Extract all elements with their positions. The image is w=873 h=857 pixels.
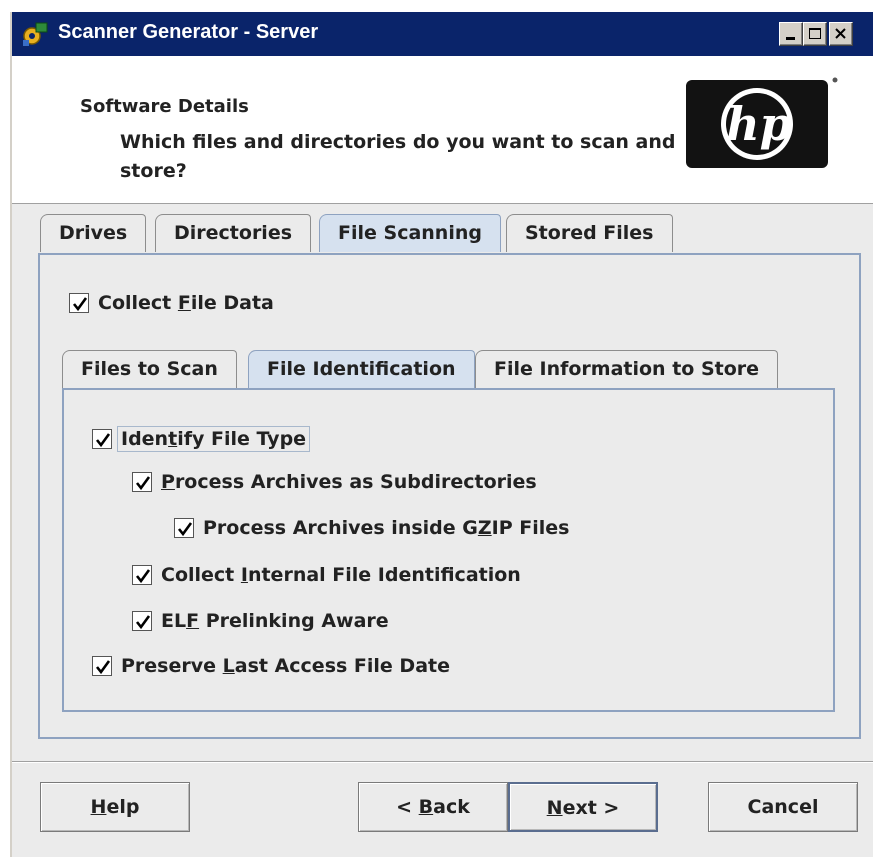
checkmark-icon <box>177 522 193 537</box>
checkbox-box[interactable] <box>92 656 112 676</box>
checkbox-box[interactable] <box>132 565 152 585</box>
back-button[interactable]: < Back <box>358 782 508 832</box>
preserve-last-access-checkbox[interactable]: Preserve Last Access File Date <box>92 655 450 677</box>
checkmark-icon <box>95 660 111 675</box>
hp-logo-text: hp <box>726 97 792 151</box>
checkmark-icon <box>135 569 151 584</box>
collect-file-data-checkbox[interactable]: Collect File Data <box>69 292 274 314</box>
tab-drives[interactable]: Drives <box>40 214 147 252</box>
process-gzip-checkbox[interactable]: Process Archives inside GZIP Files <box>174 517 569 539</box>
window-title: Scanner Generator - Server <box>58 21 319 43</box>
app-gear-icon <box>20 20 50 48</box>
checkmark-icon <box>135 476 151 491</box>
checkbox-box[interactable] <box>92 429 112 449</box>
checkmark-icon <box>72 297 88 312</box>
process-gzip-label: Process Archives inside GZIP Files <box>203 517 570 539</box>
process-archives-checkbox[interactable]: Process Archives as Subdirectories <box>132 471 537 493</box>
next-button[interactable]: Next > <box>508 782 658 832</box>
identify-file-type-checkbox[interactable]: Identify File Type <box>92 426 311 452</box>
tab-file-scanning[interactable]: File Scanning <box>319 214 501 252</box>
section-question: Which files and directories do you want … <box>120 131 676 182</box>
outer-tab-row: Drives Directories File Scanning Stored … <box>40 214 860 254</box>
help-button[interactable]: Help <box>40 782 190 832</box>
tab-stored-files[interactable]: Stored Files <box>506 214 673 252</box>
minimize-button[interactable] <box>779 22 803 46</box>
title-bar[interactable]: Scanner Generator - Server <box>12 12 873 56</box>
checkmark-icon <box>95 433 111 448</box>
wizard-header: Software Details Which files and directo… <box>12 56 873 204</box>
identify-file-type-label: Identify File Type <box>117 426 311 452</box>
tab-files-to-scan[interactable]: Files to Scan <box>62 350 237 388</box>
process-archives-label: Process Archives as Subdirectories <box>161 471 537 493</box>
collect-internal-label: Collect Internal File Identification <box>161 564 521 586</box>
elf-prelinking-checkbox[interactable]: ELF Prelinking Aware <box>132 610 389 632</box>
footer-separator <box>12 761 873 763</box>
preserve-last-access-label: Preserve Last Access File Date <box>121 655 450 677</box>
inner-tab-row: Files to Scan File Identification File I… <box>62 350 792 390</box>
tab-directories[interactable]: Directories <box>155 214 312 252</box>
elf-prelinking-label: ELF Prelinking Aware <box>161 610 389 632</box>
close-icon <box>835 28 846 39</box>
collect-file-data-label: Collect File Data <box>98 292 274 314</box>
maximize-button[interactable] <box>803 22 827 46</box>
tab-file-identification[interactable]: File Identification <box>248 350 475 388</box>
hp-logo: hp <box>684 76 844 181</box>
tab-file-information-to-store[interactable]: File Information to Store <box>475 350 779 388</box>
checkmark-icon <box>135 615 151 630</box>
collect-internal-checkbox[interactable]: Collect Internal File Identification <box>132 564 521 586</box>
checkbox-box[interactable] <box>132 611 152 631</box>
scanner-generator-window: Scanner Generator - Server Software Deta… <box>10 12 873 857</box>
minimize-icon <box>786 37 795 40</box>
cancel-button[interactable]: Cancel <box>708 782 858 832</box>
close-button[interactable] <box>829 22 853 46</box>
checkbox-box[interactable] <box>174 518 194 538</box>
section-title: Software Details <box>80 96 249 117</box>
checkbox-box[interactable] <box>132 472 152 492</box>
checkbox-box[interactable] <box>69 293 89 313</box>
maximize-icon <box>809 28 821 39</box>
